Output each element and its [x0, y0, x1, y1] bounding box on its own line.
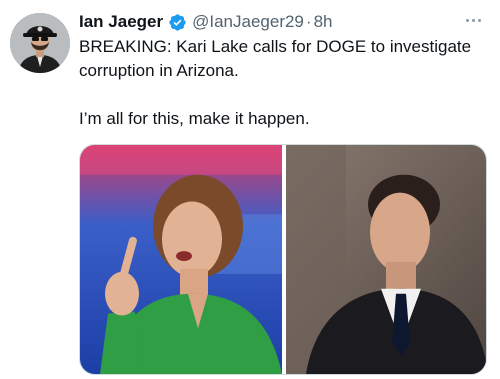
photo-woman-pointing[interactable]	[80, 145, 282, 374]
more-options-icon[interactable]	[458, 8, 488, 32]
author-name[interactable]: Ian Jaeger	[79, 10, 163, 34]
tweet-text: BREAKING: Kari Lake calls for DOGE to in…	[79, 35, 479, 131]
timestamp[interactable]: 8h	[314, 10, 333, 34]
verified-badge-icon[interactable]	[168, 13, 187, 32]
media-grid[interactable]	[79, 144, 487, 375]
author-handle[interactable]: @IanJaeger29	[192, 10, 304, 34]
tweet-paragraph: I’m all for this, make it happen.	[79, 109, 310, 128]
photo-man-in-suit[interactable]	[286, 145, 487, 374]
avatar[interactable]	[10, 13, 70, 73]
avatar-image	[10, 13, 70, 73]
tweet[interactable]: Ian Jaeger @IanJaeger29 · 8h BREAKING: K…	[0, 0, 500, 379]
tweet-paragraph: BREAKING: Kari Lake calls for DOGE to in…	[79, 37, 472, 80]
separator-dot: ·	[305, 12, 312, 31]
tweet-header: Ian Jaeger @IanJaeger29 · 8h	[79, 10, 332, 34]
